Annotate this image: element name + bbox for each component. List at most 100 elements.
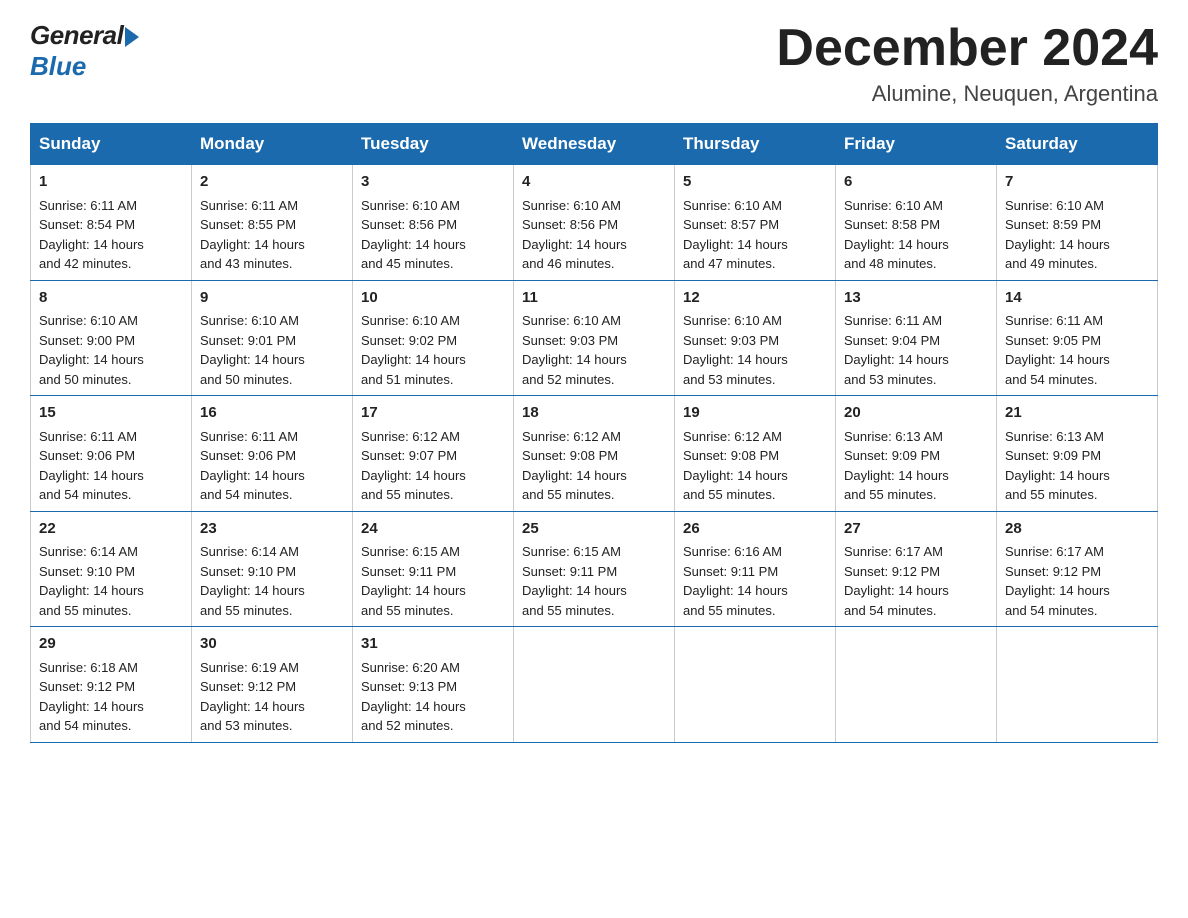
calendar-cell: 27Sunrise: 6:17 AMSunset: 9:12 PMDayligh… xyxy=(836,511,997,627)
calendar-cell: 29Sunrise: 6:18 AMSunset: 9:12 PMDayligh… xyxy=(31,627,192,743)
day-number: 15 xyxy=(39,402,183,425)
day-info: Sunrise: 6:18 AMSunset: 9:12 PMDaylight:… xyxy=(39,658,183,736)
day-info: Sunrise: 6:12 AMSunset: 9:08 PMDaylight:… xyxy=(683,427,827,505)
day-info: Sunrise: 6:11 AMSunset: 8:55 PMDaylight:… xyxy=(200,196,344,274)
day-info: Sunrise: 6:13 AMSunset: 9:09 PMDaylight:… xyxy=(1005,427,1149,505)
day-number: 6 xyxy=(844,171,988,194)
day-number: 27 xyxy=(844,518,988,541)
calendar-cell xyxy=(514,627,675,743)
day-number: 9 xyxy=(200,287,344,310)
day-number: 26 xyxy=(683,518,827,541)
day-number: 12 xyxy=(683,287,827,310)
calendar-cell: 2Sunrise: 6:11 AMSunset: 8:55 PMDaylight… xyxy=(192,165,353,281)
day-number: 22 xyxy=(39,518,183,541)
day-info: Sunrise: 6:19 AMSunset: 9:12 PMDaylight:… xyxy=(200,658,344,736)
calendar-cell: 6Sunrise: 6:10 AMSunset: 8:58 PMDaylight… xyxy=(836,165,997,281)
day-number: 17 xyxy=(361,402,505,425)
calendar-cell: 7Sunrise: 6:10 AMSunset: 8:59 PMDaylight… xyxy=(997,165,1158,281)
header-saturday: Saturday xyxy=(997,124,1158,165)
calendar-cell: 25Sunrise: 6:15 AMSunset: 9:11 PMDayligh… xyxy=(514,511,675,627)
day-number: 13 xyxy=(844,287,988,310)
day-number: 16 xyxy=(200,402,344,425)
calendar-cell: 19Sunrise: 6:12 AMSunset: 9:08 PMDayligh… xyxy=(675,396,836,512)
day-number: 24 xyxy=(361,518,505,541)
day-number: 11 xyxy=(522,287,666,310)
calendar-cell: 26Sunrise: 6:16 AMSunset: 9:11 PMDayligh… xyxy=(675,511,836,627)
day-number: 5 xyxy=(683,171,827,194)
calendar-cell: 11Sunrise: 6:10 AMSunset: 9:03 PMDayligh… xyxy=(514,280,675,396)
day-info: Sunrise: 6:17 AMSunset: 9:12 PMDaylight:… xyxy=(844,542,988,620)
calendar-cell: 18Sunrise: 6:12 AMSunset: 9:08 PMDayligh… xyxy=(514,396,675,512)
calendar-cell: 28Sunrise: 6:17 AMSunset: 9:12 PMDayligh… xyxy=(997,511,1158,627)
day-info: Sunrise: 6:11 AMSunset: 9:04 PMDaylight:… xyxy=(844,311,988,389)
logo-arrow-icon xyxy=(125,27,139,47)
calendar-cell: 30Sunrise: 6:19 AMSunset: 9:12 PMDayligh… xyxy=(192,627,353,743)
logo: General Blue xyxy=(30,20,139,82)
calendar-cell xyxy=(997,627,1158,743)
day-info: Sunrise: 6:11 AMSunset: 9:06 PMDaylight:… xyxy=(39,427,183,505)
calendar-cell: 13Sunrise: 6:11 AMSunset: 9:04 PMDayligh… xyxy=(836,280,997,396)
day-number: 18 xyxy=(522,402,666,425)
header-sunday: Sunday xyxy=(31,124,192,165)
day-info: Sunrise: 6:10 AMSunset: 9:02 PMDaylight:… xyxy=(361,311,505,389)
day-info: Sunrise: 6:17 AMSunset: 9:12 PMDaylight:… xyxy=(1005,542,1149,620)
calendar-week-row: 22Sunrise: 6:14 AMSunset: 9:10 PMDayligh… xyxy=(31,511,1158,627)
calendar-header-row: SundayMondayTuesdayWednesdayThursdayFrid… xyxy=(31,124,1158,165)
header-wednesday: Wednesday xyxy=(514,124,675,165)
header-monday: Monday xyxy=(192,124,353,165)
calendar-cell: 31Sunrise: 6:20 AMSunset: 9:13 PMDayligh… xyxy=(353,627,514,743)
day-number: 31 xyxy=(361,633,505,656)
day-number: 4 xyxy=(522,171,666,194)
day-number: 25 xyxy=(522,518,666,541)
day-number: 19 xyxy=(683,402,827,425)
calendar-week-row: 1Sunrise: 6:11 AMSunset: 8:54 PMDaylight… xyxy=(31,165,1158,281)
day-info: Sunrise: 6:16 AMSunset: 9:11 PMDaylight:… xyxy=(683,542,827,620)
calendar-cell: 5Sunrise: 6:10 AMSunset: 8:57 PMDaylight… xyxy=(675,165,836,281)
calendar-cell: 21Sunrise: 6:13 AMSunset: 9:09 PMDayligh… xyxy=(997,396,1158,512)
location-text: Alumine, Neuquen, Argentina xyxy=(776,81,1158,107)
calendar-cell: 8Sunrise: 6:10 AMSunset: 9:00 PMDaylight… xyxy=(31,280,192,396)
calendar-cell: 23Sunrise: 6:14 AMSunset: 9:10 PMDayligh… xyxy=(192,511,353,627)
month-title: December 2024 xyxy=(776,20,1158,77)
day-info: Sunrise: 6:15 AMSunset: 9:11 PMDaylight:… xyxy=(361,542,505,620)
logo-general-text: General xyxy=(30,20,123,51)
day-number: 14 xyxy=(1005,287,1149,310)
day-info: Sunrise: 6:12 AMSunset: 9:08 PMDaylight:… xyxy=(522,427,666,505)
calendar-cell xyxy=(836,627,997,743)
day-number: 20 xyxy=(844,402,988,425)
day-number: 10 xyxy=(361,287,505,310)
day-info: Sunrise: 6:10 AMSunset: 8:57 PMDaylight:… xyxy=(683,196,827,274)
day-info: Sunrise: 6:10 AMSunset: 9:01 PMDaylight:… xyxy=(200,311,344,389)
day-info: Sunrise: 6:14 AMSunset: 9:10 PMDaylight:… xyxy=(200,542,344,620)
calendar-cell: 20Sunrise: 6:13 AMSunset: 9:09 PMDayligh… xyxy=(836,396,997,512)
day-number: 28 xyxy=(1005,518,1149,541)
calendar-cell: 16Sunrise: 6:11 AMSunset: 9:06 PMDayligh… xyxy=(192,396,353,512)
calendar-cell: 9Sunrise: 6:10 AMSunset: 9:01 PMDaylight… xyxy=(192,280,353,396)
calendar-cell: 15Sunrise: 6:11 AMSunset: 9:06 PMDayligh… xyxy=(31,396,192,512)
day-info: Sunrise: 6:11 AMSunset: 9:05 PMDaylight:… xyxy=(1005,311,1149,389)
day-info: Sunrise: 6:12 AMSunset: 9:07 PMDaylight:… xyxy=(361,427,505,505)
day-number: 1 xyxy=(39,171,183,194)
calendar-cell: 17Sunrise: 6:12 AMSunset: 9:07 PMDayligh… xyxy=(353,396,514,512)
day-info: Sunrise: 6:11 AMSunset: 9:06 PMDaylight:… xyxy=(200,427,344,505)
calendar-week-row: 8Sunrise: 6:10 AMSunset: 9:00 PMDaylight… xyxy=(31,280,1158,396)
calendar-cell xyxy=(675,627,836,743)
header-tuesday: Tuesday xyxy=(353,124,514,165)
day-info: Sunrise: 6:14 AMSunset: 9:10 PMDaylight:… xyxy=(39,542,183,620)
calendar-week-row: 29Sunrise: 6:18 AMSunset: 9:12 PMDayligh… xyxy=(31,627,1158,743)
calendar-cell: 14Sunrise: 6:11 AMSunset: 9:05 PMDayligh… xyxy=(997,280,1158,396)
day-info: Sunrise: 6:15 AMSunset: 9:11 PMDaylight:… xyxy=(522,542,666,620)
day-info: Sunrise: 6:10 AMSunset: 8:56 PMDaylight:… xyxy=(361,196,505,274)
day-number: 21 xyxy=(1005,402,1149,425)
day-info: Sunrise: 6:10 AMSunset: 8:59 PMDaylight:… xyxy=(1005,196,1149,274)
day-info: Sunrise: 6:10 AMSunset: 8:56 PMDaylight:… xyxy=(522,196,666,274)
day-number: 7 xyxy=(1005,171,1149,194)
day-info: Sunrise: 6:10 AMSunset: 9:00 PMDaylight:… xyxy=(39,311,183,389)
calendar-week-row: 15Sunrise: 6:11 AMSunset: 9:06 PMDayligh… xyxy=(31,396,1158,512)
calendar-table: SundayMondayTuesdayWednesdayThursdayFrid… xyxy=(30,123,1158,743)
logo-blue-text: Blue xyxy=(30,51,86,82)
calendar-cell: 1Sunrise: 6:11 AMSunset: 8:54 PMDaylight… xyxy=(31,165,192,281)
calendar-cell: 3Sunrise: 6:10 AMSunset: 8:56 PMDaylight… xyxy=(353,165,514,281)
day-info: Sunrise: 6:10 AMSunset: 9:03 PMDaylight:… xyxy=(522,311,666,389)
calendar-cell: 24Sunrise: 6:15 AMSunset: 9:11 PMDayligh… xyxy=(353,511,514,627)
